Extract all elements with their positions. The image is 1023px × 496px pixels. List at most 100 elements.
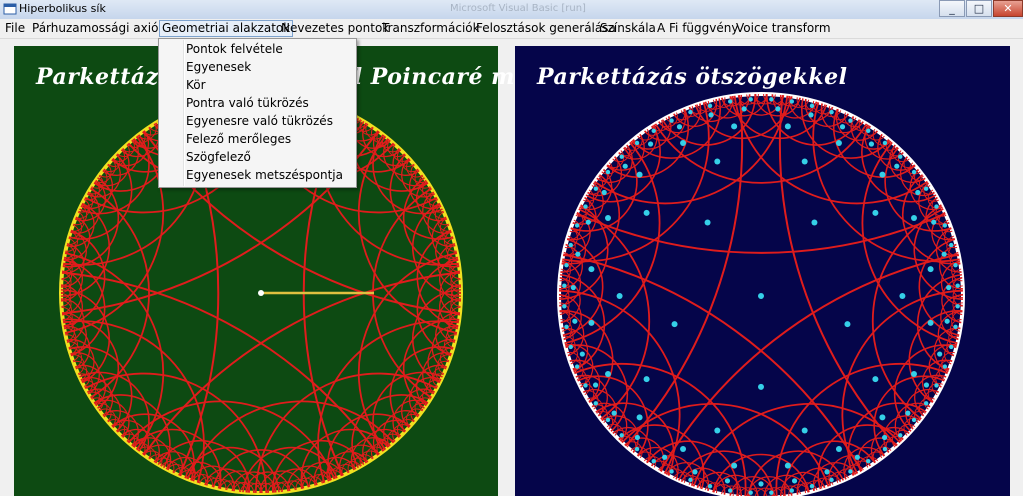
- tile-center-dot: [564, 262, 569, 268]
- pentagon-tiling-canvas[interactable]: [515, 46, 1010, 496]
- menu-item-egyenesek-metszespontja[interactable]: Egyenesek metszéspontja: [186, 166, 343, 184]
- tile-center-dot: [692, 469, 698, 475]
- tile-center-dot: [651, 458, 656, 464]
- tile-center-dot: [789, 488, 795, 493]
- tile-center-dot: [605, 417, 611, 423]
- menu-item-egyenesre-valo-tukrozes[interactable]: Egyenesre való tükrözés: [186, 112, 333, 130]
- tile-center-dot: [882, 434, 888, 441]
- tile-center-dot: [927, 266, 934, 273]
- tile-center-dot: [848, 118, 853, 123]
- tile-center-dot: [789, 99, 795, 104]
- tile-center-dot: [583, 204, 588, 209]
- tile-center-dot: [911, 169, 917, 175]
- menu-transzformaciok[interactable]: Transzformációk: [380, 20, 482, 37]
- close-button[interactable]: ✕: [993, 0, 1023, 17]
- menu-item-kor[interactable]: Kör: [186, 76, 206, 94]
- tile-center-dot: [934, 204, 939, 209]
- menu-item-pontok-felvetele[interactable]: Pontok felvétele: [186, 40, 283, 58]
- minimize-button[interactable]: _: [939, 0, 965, 17]
- menu-parhuzamossagi-axioma[interactable]: Párhuzamossági axióma: [30, 20, 179, 37]
- menu-felosztasok-generalasa[interactable]: Felosztások generálása: [474, 20, 618, 37]
- tile-center-dot: [592, 382, 599, 388]
- tile-center-dot: [927, 319, 934, 326]
- tile-center-dot: [669, 469, 674, 474]
- segment-endpoint: [258, 290, 264, 296]
- tile-center-dot: [854, 454, 860, 460]
- tile-center-dot: [727, 488, 733, 493]
- tile-center-dot: [570, 284, 576, 291]
- tile-center-dot: [953, 262, 958, 268]
- tile-center-dot: [784, 123, 791, 130]
- menu-item-szogfelezo[interactable]: Szögfelező: [186, 148, 251, 166]
- tile-center-dot: [894, 163, 900, 169]
- tile-center-dot: [946, 284, 952, 291]
- tile-center-dot: [953, 324, 958, 330]
- menu-bar: File Párhuzamossági axióma Geometriai al…: [0, 19, 1023, 39]
- tile-center-dot: [801, 158, 808, 165]
- tile-center-dot: [910, 370, 917, 377]
- geometriai-alakzatok-dropdown: Pontok felvétele Egyenesek Kör Pontra va…: [158, 38, 357, 188]
- menu-nevezetes-pontok[interactable]: Nevezetes pontok: [279, 20, 391, 37]
- pentagon-tiling-panel[interactable]: Parkettázás ötszögekkel: [515, 46, 1010, 496]
- tile-center-dot: [688, 477, 693, 483]
- tile-center-dot: [811, 219, 818, 226]
- menu-szinskala[interactable]: Színskála: [598, 20, 658, 37]
- tile-center-dot: [905, 410, 911, 416]
- tile-center-dot: [915, 189, 921, 196]
- tile-center-dot: [758, 383, 764, 390]
- tile-center-dot: [622, 163, 628, 169]
- title-bar: Hiperbolikus sík Microsoft Visual Basic …: [0, 0, 1023, 19]
- tile-center-dot: [562, 283, 567, 288]
- tile-center-dot: [708, 112, 714, 118]
- menu-item-egyenesek[interactable]: Egyenesek: [186, 58, 251, 76]
- tile-center-dot: [680, 140, 687, 147]
- app-window-icon: [3, 3, 17, 15]
- menu-item-pontra-valo-tukrozes[interactable]: Pontra való tükrözés: [186, 94, 309, 112]
- tile-center-dot: [955, 304, 960, 309]
- tile-center-dot: [669, 118, 674, 123]
- tile-center-dot: [866, 458, 871, 464]
- menu-a-fi-fuggveny[interactable]: A Fi függvény: [655, 20, 740, 37]
- tile-center-dot: [801, 427, 808, 434]
- tile-center-dot: [651, 128, 656, 134]
- pentagon-tiling-title: Parkettázás ötszögekkel: [537, 64, 848, 90]
- tile-center-dot: [593, 186, 599, 191]
- tile-center-dot: [931, 219, 937, 225]
- menu-item-felezo-meroleges[interactable]: Felező merőleges: [186, 130, 291, 148]
- tile-center-dot: [937, 351, 943, 357]
- tile-center-dot: [574, 364, 580, 369]
- menu-file[interactable]: File: [3, 20, 27, 37]
- tile-center-dot: [898, 154, 903, 159]
- tile-center-dot: [731, 123, 738, 130]
- tile-center-dot: [835, 445, 842, 452]
- menu-geometriai-alakzatok[interactable]: Geometriai alakzatok: [159, 20, 294, 37]
- tile-center-dot: [923, 382, 930, 388]
- tile-center-dot: [634, 140, 640, 146]
- tile-center-dot: [636, 171, 643, 178]
- window-controls: _ □ ✕: [938, 0, 1023, 19]
- tile-center-dot: [564, 324, 569, 330]
- maximize-button[interactable]: □: [966, 0, 992, 17]
- tile-center-dot: [898, 433, 903, 438]
- tile-center-dot: [714, 427, 721, 434]
- tile-center-dot: [585, 219, 591, 225]
- tile-center-dot: [941, 251, 947, 257]
- tile-center-dot: [731, 462, 738, 469]
- tile-center-dot: [727, 99, 733, 104]
- tile-center-dot: [605, 215, 612, 222]
- tile-center-dot: [808, 112, 814, 118]
- tile-center-dot: [835, 140, 842, 147]
- tile-center-dot: [882, 140, 888, 146]
- tile-center-dot: [882, 446, 888, 452]
- tile-center-dot: [575, 251, 581, 257]
- tile-center-dot: [775, 106, 781, 112]
- tile-center-dot: [829, 477, 834, 483]
- tile-center-dot: [758, 481, 764, 487]
- tile-center-dot: [910, 215, 917, 222]
- tile-center-dot: [748, 97, 753, 102]
- tile-center-dot: [923, 186, 929, 191]
- tile-center-dot: [724, 478, 731, 484]
- tile-center-dot: [605, 370, 612, 377]
- tile-center-dot: [944, 318, 950, 324]
- menu-voice-transform[interactable]: Voice transform: [734, 20, 833, 37]
